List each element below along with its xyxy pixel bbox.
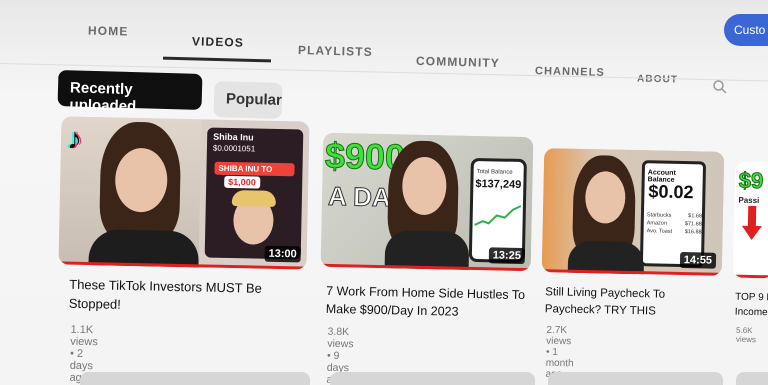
- growth-chart-icon: [474, 205, 521, 226]
- customize-channel-button[interactable]: Custo: [724, 14, 768, 46]
- video-duration: 13:25: [488, 247, 526, 265]
- video-meta: 5.6K views: [735, 325, 757, 345]
- overlay-text: $0.02: [648, 181, 694, 203]
- overlay-text: $0.0001051: [212, 143, 256, 154]
- overlay-text: SHIBA INU TO: [214, 161, 295, 177]
- video-title[interactable]: 7 Work From Home Side Hustles To Make $9…: [326, 282, 527, 322]
- watch-progress-bar: [732, 274, 768, 279]
- tab-videos[interactable]: VIDEOS: [192, 34, 244, 49]
- tab-community[interactable]: COMMUNITY: [416, 54, 500, 70]
- overlay-text: Passi: [738, 195, 760, 206]
- search-icon[interactable]: [712, 79, 728, 95]
- chip-popular[interactable]: Popular: [213, 81, 283, 119]
- video-thumbnail[interactable]: [80, 372, 310, 385]
- active-tab-indicator: [162, 56, 272, 63]
- video-thumbnail[interactable]: Account Balance $0.02 Starbucks $1.68 Ama…: [541, 148, 725, 276]
- video-title[interactable]: TOP 9 D Income i: [735, 290, 768, 321]
- overlay-text: $137,249: [475, 178, 522, 191]
- video-title[interactable]: Still Living Paycheck To Paycheck? TRY T…: [545, 284, 718, 322]
- overlay-text: Total Balance: [476, 169, 513, 176]
- person-hair: [231, 190, 277, 207]
- tiktok-logo-icon: ♪: [66, 122, 83, 156]
- video-thumbnail[interactable]: [548, 372, 723, 385]
- video-duration: 13:00: [264, 245, 301, 263]
- transaction-list: Starbucks $1.68 Amazon $71.88 Avo. Toast $1…: [647, 211, 702, 236]
- video-thumbnail[interactable]: $900 A DAY Total Balance $137,249 13:25: [320, 132, 534, 272]
- chip-recently-uploaded[interactable]: Recently uploaded: [57, 69, 203, 115]
- tab-about[interactable]: ABOUT: [637, 73, 678, 85]
- video-thumbnail[interactable]: $9 Passi: [732, 161, 768, 279]
- overlay-text: $1,000: [224, 175, 260, 189]
- overlay-text: Shiba Inu: [213, 131, 254, 143]
- video-thumbnail[interactable]: [330, 372, 535, 385]
- transaction-row: Avo. Toast $16.88: [646, 228, 702, 236]
- video-thumbnail[interactable]: [736, 372, 768, 385]
- tab-playlists[interactable]: PLAYLISTS: [298, 43, 373, 59]
- channel-page: Custo HOME VIDEOS PLAYLISTS COMMUNITY CH…: [0, 0, 768, 385]
- arrow-down-icon: [741, 205, 762, 240]
- tab-home[interactable]: HOME: [88, 23, 129, 38]
- overlay-text: $9: [738, 167, 764, 194]
- video-duration: 14:55: [679, 251, 717, 269]
- thumbnail-right-panel: Shiba Inu $0.0001051 SHIBA INU TO $1,000: [204, 127, 304, 260]
- video-title[interactable]: These TikTok Investors MUST Be Stopped!: [69, 275, 285, 317]
- video-thumbnail[interactable]: ♪ Shiba Inu $0.0001051 SHIBA INU TO $1,0…: [58, 116, 310, 270]
